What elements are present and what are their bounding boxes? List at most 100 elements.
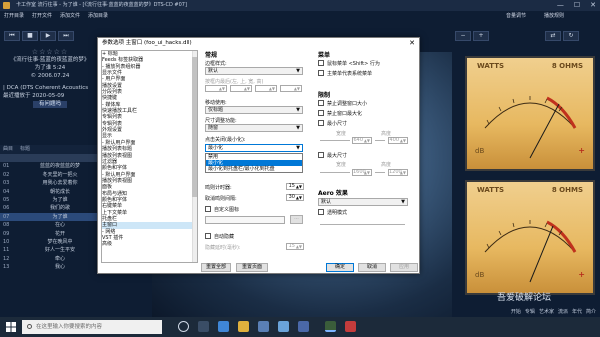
menu-open-folder[interactable]: 打开目录 (4, 11, 24, 21)
shift-menu-checkbox[interactable] (318, 60, 324, 66)
col-track[interactable]: 曲目 (0, 145, 13, 154)
apply-button[interactable]: 应用 (390, 263, 418, 272)
tree-scrollbar[interactable] (192, 51, 197, 262)
playlist-row[interactable]: 04 朝花成长 (0, 188, 100, 196)
search-icon (27, 324, 32, 329)
frame-top-input[interactable]: ▲▼ (230, 85, 252, 92)
playlist-row[interactable]: 12 牵心 (0, 255, 100, 263)
no-maximize-checkbox[interactable] (318, 110, 324, 116)
auto-hide-checkbox[interactable] (205, 233, 211, 239)
edge-icon[interactable] (218, 321, 229, 332)
repeat-button[interactable]: ↻ (563, 31, 579, 41)
max-height-slider[interactable] (375, 172, 385, 173)
shuffle-button[interactable]: ⇄ (545, 31, 561, 41)
playlist-row[interactable]: 13 我心 (0, 263, 100, 271)
playlist-row[interactable]: 11 好人一生平安 (0, 246, 100, 254)
playlist-row[interactable]: 02 冬天里的一把火 (0, 171, 100, 179)
menu-open-file[interactable]: 打开文件 (32, 11, 52, 21)
frame-width-input[interactable]: ▲▼ (255, 85, 277, 92)
ok-button[interactable]: 确定 (326, 263, 354, 272)
maximize-icon[interactable]: ☐ (574, 0, 580, 11)
min-width-slider[interactable] (320, 140, 350, 141)
transparency-slider[interactable] (320, 224, 405, 225)
file-explorer-icon[interactable] (238, 321, 249, 332)
aero-select[interactable]: 默认 ▼ (318, 198, 408, 206)
playlist-row[interactable]: 03 用我心去爱着你 (0, 179, 100, 187)
aero-section: Aero 效果 (318, 190, 348, 197)
footer-year[interactable]: 年代 (572, 308, 582, 315)
transparent-checkbox[interactable] (318, 209, 324, 215)
max-size-checkbox[interactable] (318, 152, 324, 158)
resize-select[interactable]: 随窗 ▼ (205, 124, 303, 132)
max-width-input[interactable]: 1600 ▲▼ (352, 169, 372, 176)
col-title[interactable]: 标题 (17, 145, 30, 154)
main-menu-checkbox[interactable] (318, 70, 324, 76)
dropdown-option[interactable]: 最小化到托盘栏/最小化到托盘 (206, 166, 302, 172)
menu-volume[interactable]: 音量调节 (506, 11, 526, 21)
question-tag[interactable]: 有问题吗 (32, 101, 67, 108)
ms-input[interactable]: 30 ▲▼ (286, 194, 304, 201)
browse-icon-button[interactable]: ··· (290, 215, 303, 224)
cortana-icon[interactable] (178, 321, 189, 332)
footer-intro[interactable]: 简介 (586, 308, 596, 315)
mail-icon[interactable] (278, 321, 289, 332)
footer-genre[interactable]: 流派 (558, 308, 568, 315)
prev-button[interactable]: ⏮ (4, 31, 20, 41)
footer-start[interactable]: 开始 (511, 308, 521, 315)
max-height-input[interactable]: 1200 ▲▼ (388, 169, 408, 176)
vol-down-button[interactable]: − (455, 31, 471, 41)
playlist-row[interactable]: 10 梦在晚风中 (0, 238, 100, 246)
timer-input[interactable]: 15 ▲▼ (286, 183, 304, 190)
close-icon[interactable]: ✕ (590, 0, 596, 11)
playlist-row[interactable]: 08 在心 (0, 221, 100, 229)
track-title: 我们的歌 (49, 205, 70, 212)
custom-icon-path[interactable] (205, 216, 285, 224)
track-info-panel: ☆☆☆☆☆ 《流行往事·蓝蓝的夜蓝蓝的梦》 为了谁 5:24 © 2006.07… (0, 44, 100, 144)
hide-delay-input[interactable]: 15 ▲▼ (286, 243, 304, 250)
minimize-icon[interactable]: — (557, 0, 564, 11)
cancel-button[interactable]: 取消 (358, 263, 386, 272)
menu-add-folder[interactable]: 添加目录 (88, 11, 108, 21)
playlist-row[interactable]: 01 蓝蓝的夜蓝蓝的梦 (0, 162, 100, 170)
track-number: 12 (3, 255, 10, 262)
framestyle-select[interactable]: 默认 ▼ (205, 67, 303, 75)
min-height-slider[interactable] (375, 140, 385, 141)
menu-add-file[interactable]: 添加文件 (60, 11, 80, 21)
tree-item[interactable]: 高级 (102, 241, 197, 247)
frame-left-input[interactable]: ▲▼ (205, 85, 227, 92)
next-button[interactable]: ⏭ (58, 31, 74, 41)
min-width-input[interactable]: 640 ▲▼ (352, 137, 372, 144)
min-height-input[interactable]: 400 ▲▼ (388, 137, 408, 144)
taskbar-search-input[interactable]: 在这里输入你要搜索的内容 (22, 320, 162, 334)
close-icon[interactable]: ✕ (405, 38, 419, 48)
reset-all-button[interactable]: 重置全部 (201, 263, 231, 272)
playlist-row[interactable]: 07 为了谁 (0, 212, 100, 222)
reset-page-button[interactable]: 重置页面 (236, 263, 268, 272)
footer-album[interactable]: 专辑 (525, 308, 535, 315)
vol-up-button[interactable]: + (473, 31, 489, 41)
store-icon[interactable] (258, 321, 269, 332)
chevron-down-icon: ▼ (296, 125, 300, 131)
stop-button[interactable]: ■ (22, 31, 38, 41)
windows-start-icon[interactable] (6, 322, 16, 332)
rating-stars[interactable]: ☆☆☆☆☆ (0, 48, 100, 56)
play-button[interactable]: ▶ (40, 31, 56, 41)
track-number: 04 (3, 188, 10, 195)
app-icon-2[interactable] (345, 321, 356, 332)
track-number: 06 (3, 205, 10, 212)
frame-height-input[interactable]: ▲▼ (280, 85, 302, 92)
max-width-slider[interactable] (320, 172, 350, 173)
task-view-icon[interactable] (198, 321, 209, 332)
footer-artist[interactable]: 艺术家 (539, 308, 554, 315)
playlist-row[interactable]: 06 我们的歌 (0, 204, 100, 212)
move-select[interactable]: 仅标题 ▼ (205, 106, 303, 114)
playlist-row[interactable]: 05 为了谁 (0, 196, 100, 204)
custom-icon-checkbox[interactable] (205, 206, 211, 212)
playlist-row[interactable]: 09 花开 (0, 230, 100, 238)
app-icon[interactable] (298, 321, 309, 332)
no-resize-checkbox[interactable] (318, 100, 324, 106)
minimize-select[interactable]: 最小化 ▼ (205, 144, 303, 152)
min-size-checkbox[interactable] (318, 120, 324, 126)
menu-play-rules[interactable]: 播放规则 (544, 11, 564, 21)
foobar-taskbar-icon[interactable] (325, 321, 336, 332)
